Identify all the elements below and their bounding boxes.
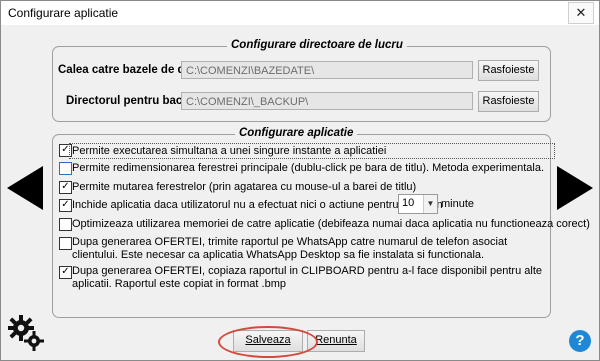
- option-label: Optimizeaza utilizarea memoriei de catre…: [72, 218, 590, 230]
- help-icon[interactable]: ?: [569, 330, 591, 352]
- database-path-field[interactable]: C:\COMENZI\BAZEDATE\: [181, 61, 473, 79]
- option-label: Permite redimensionarea ferestrei princi…: [72, 162, 545, 174]
- configure-app-dialog: Configurare aplicatie ✕ Configurare dire…: [0, 0, 600, 361]
- save-highlight-ellipse: [218, 326, 318, 358]
- chevron-down-icon[interactable]: ▼: [423, 195, 437, 213]
- app-settings-legend: Configurare aplicatie: [235, 127, 358, 139]
- move-windows-checkbox[interactable]: ✓: [59, 181, 72, 194]
- browse-database-button[interactable]: Rasfoieste: [478, 60, 539, 81]
- working-directories-legend: Configurare directoare de lucru: [227, 39, 407, 51]
- close-button[interactable]: ✕: [568, 2, 594, 24]
- timeout-unit-label: minute: [441, 198, 475, 210]
- optimize-memory-checkbox[interactable]: [59, 218, 72, 231]
- option-label: Permite executarea simultana a unei sing…: [69, 143, 555, 159]
- option-label: Dupa generarea OFERTEI, trimite raportul…: [72, 236, 508, 261]
- triangle-left-icon[interactable]: [7, 166, 43, 210]
- window-title: Configurare aplicatie: [8, 6, 119, 20]
- browse-backup-button[interactable]: Rasfoieste: [478, 91, 539, 112]
- working-directories-group: Configurare directoare de lucru Calea ca…: [52, 39, 551, 122]
- clipboard-report-checkbox[interactable]: ✓: [59, 266, 72, 279]
- triangle-right-icon[interactable]: [557, 166, 593, 210]
- whatsapp-report-checkbox[interactable]: [59, 237, 72, 250]
- resize-window-checkbox[interactable]: [59, 162, 72, 175]
- option-label: Inchide aplicatia daca utilizatorul nu a…: [72, 199, 443, 211]
- title-bar: Configurare aplicatie ✕: [1, 1, 599, 25]
- cancel-button-label: Renunta: [315, 334, 357, 346]
- option-label: Permite mutarea ferestrelor (prin agatar…: [72, 181, 417, 193]
- option-label: Dupa generarea OFERTEI, copiaza raportul…: [72, 265, 542, 290]
- settings-gears-icon[interactable]: [7, 314, 45, 352]
- auto-close-checkbox[interactable]: ✓: [59, 199, 72, 212]
- backup-dir-field[interactable]: C:\COMENZI\_BACKUP\: [181, 92, 473, 110]
- timeout-value: 10: [402, 197, 415, 209]
- timeout-spinner[interactable]: 10 ▼: [398, 194, 438, 214]
